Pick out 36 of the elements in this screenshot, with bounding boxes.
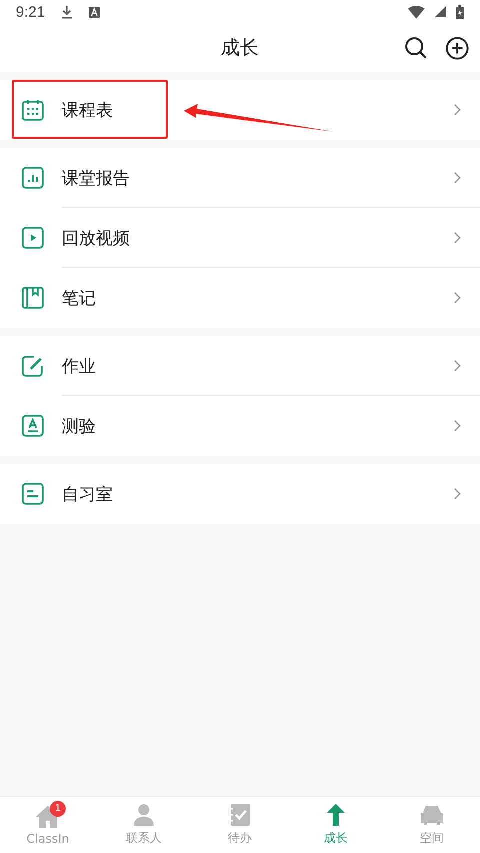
chevron-right-icon [454, 360, 461, 372]
menu-item[interactable]: 自习室 [0, 464, 480, 524]
download-icon [61, 5, 74, 19]
menu-item[interactable]: 作业 [0, 336, 480, 396]
menu-item[interactable]: 课堂报告 [0, 148, 480, 208]
person-icon [132, 803, 156, 827]
app-notification-icon [89, 6, 100, 18]
status-time: 9:21 [16, 4, 46, 20]
tab-bar-item[interactable]: 1 ClassIn [0, 797, 96, 853]
menu-item[interactable]: 测验 [0, 396, 480, 456]
checklist-icon [228, 803, 252, 827]
text-lines-icon [22, 483, 44, 505]
signal-icon [435, 6, 446, 18]
battery-icon [456, 4, 464, 20]
page-title: 成长 [221, 36, 259, 61]
car-icon [420, 803, 444, 827]
chevron-right-icon [454, 172, 461, 184]
menu-item[interactable]: 笔记 [0, 268, 480, 328]
menu-item[interactable]: 回放视频 [0, 208, 480, 268]
calendar-icon [22, 99, 44, 121]
notification-badge: 1 [50, 800, 66, 816]
chevron-right-icon [454, 420, 461, 432]
letter-a-icon [22, 415, 44, 437]
search-icon[interactable] [405, 37, 427, 59]
chevron-right-icon [454, 488, 461, 500]
notebook-icon [22, 287, 44, 309]
chevron-right-icon [454, 104, 461, 116]
tab-bar-item[interactable]: 成长 [288, 797, 384, 853]
wifi-icon [408, 6, 425, 18]
add-icon[interactable] [446, 37, 469, 60]
bar-chart-icon [22, 167, 44, 189]
chevron-right-icon [454, 232, 461, 244]
play-icon [22, 227, 44, 249]
edit-icon [22, 355, 44, 377]
menu-item[interactable]: 课程表 [0, 80, 480, 140]
chevron-right-icon [454, 292, 461, 304]
